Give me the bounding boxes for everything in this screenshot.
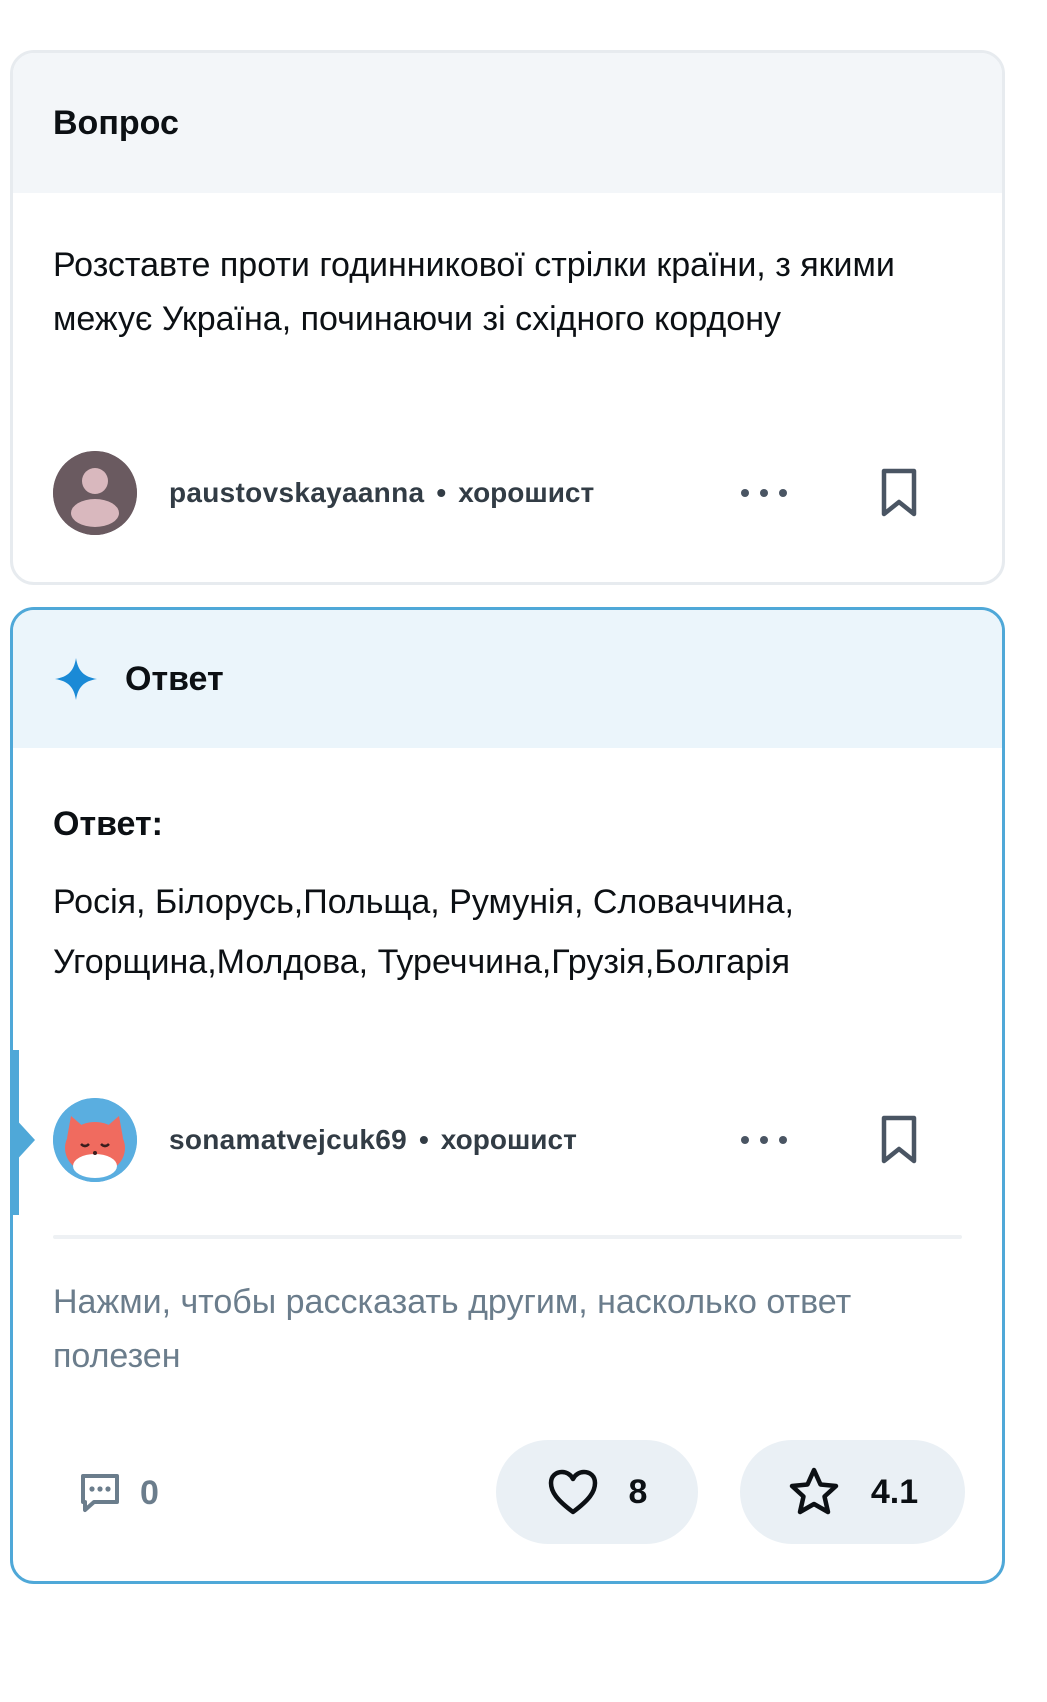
comments-count: 0	[140, 1473, 159, 1512]
default-avatar-icon	[53, 451, 137, 535]
answer-text: Росія, Білорусь,Польща, Румунія, Словачч…	[53, 883, 794, 981]
divider	[53, 1235, 962, 1239]
separator-dot: •	[436, 477, 447, 508]
cat-avatar-icon	[53, 1098, 137, 1182]
question-header-title: Вопрос	[53, 103, 179, 142]
marker-arrow	[13, 1116, 35, 1164]
comments-button[interactable]: 0	[78, 1464, 159, 1522]
more-options-icon	[741, 489, 749, 497]
bookmark-icon	[881, 1115, 917, 1164]
avatar[interactable]	[53, 1098, 137, 1182]
like-button[interactable]: 8	[496, 1440, 698, 1544]
question-header: Вопрос	[13, 53, 1002, 193]
author-rank: хорошист	[440, 1124, 577, 1155]
likes-count: 8	[628, 1472, 648, 1511]
more-options-icon	[741, 1136, 749, 1144]
answer-author-row: sonamatvejcuk69 • хорошист	[53, 1098, 942, 1182]
author-rank: хорошист	[458, 477, 595, 508]
question-card: Вопрос Розставте проти годинникової стрі…	[10, 50, 1005, 585]
more-options-button[interactable]	[741, 1122, 787, 1158]
question-author-row: paustovskayaanna • хорошист	[53, 451, 942, 535]
rate-button[interactable]: 4.1	[740, 1440, 965, 1544]
answer-label: Ответ:	[53, 805, 163, 843]
comment-icon	[81, 1474, 119, 1512]
question-text: Розставте проти годинникової стрілки кра…	[53, 246, 895, 338]
bookmark-button[interactable]	[876, 466, 922, 520]
sparkle-icon	[55, 658, 97, 700]
answer-header-title: Ответ	[125, 659, 224, 698]
rating-value: 4.1	[870, 1472, 919, 1511]
heart-icon	[548, 1469, 597, 1515]
answer-actions: 0 8 4.1	[13, 1440, 1002, 1546]
bookmark-button[interactable]	[876, 1113, 922, 1167]
author-username[interactable]: paustovskayaanna	[169, 477, 424, 509]
answer-card: Ответ Ответ: Росія, Білорусь,Польща, Рум…	[10, 607, 1005, 1584]
avatar[interactable]	[53, 451, 137, 535]
separator-dot: •	[418, 1124, 429, 1155]
star-icon	[789, 1467, 839, 1515]
rate-helpfulness-prompt[interactable]: Нажми, чтобы рассказать другим, наскольк…	[53, 1275, 933, 1383]
more-options-button[interactable]	[741, 475, 787, 511]
bookmark-icon	[881, 468, 917, 517]
author-username[interactable]: sonamatvejcuk69	[169, 1124, 407, 1156]
next-section-peek	[220, 1676, 820, 1702]
answer-header: Ответ	[13, 610, 1002, 748]
